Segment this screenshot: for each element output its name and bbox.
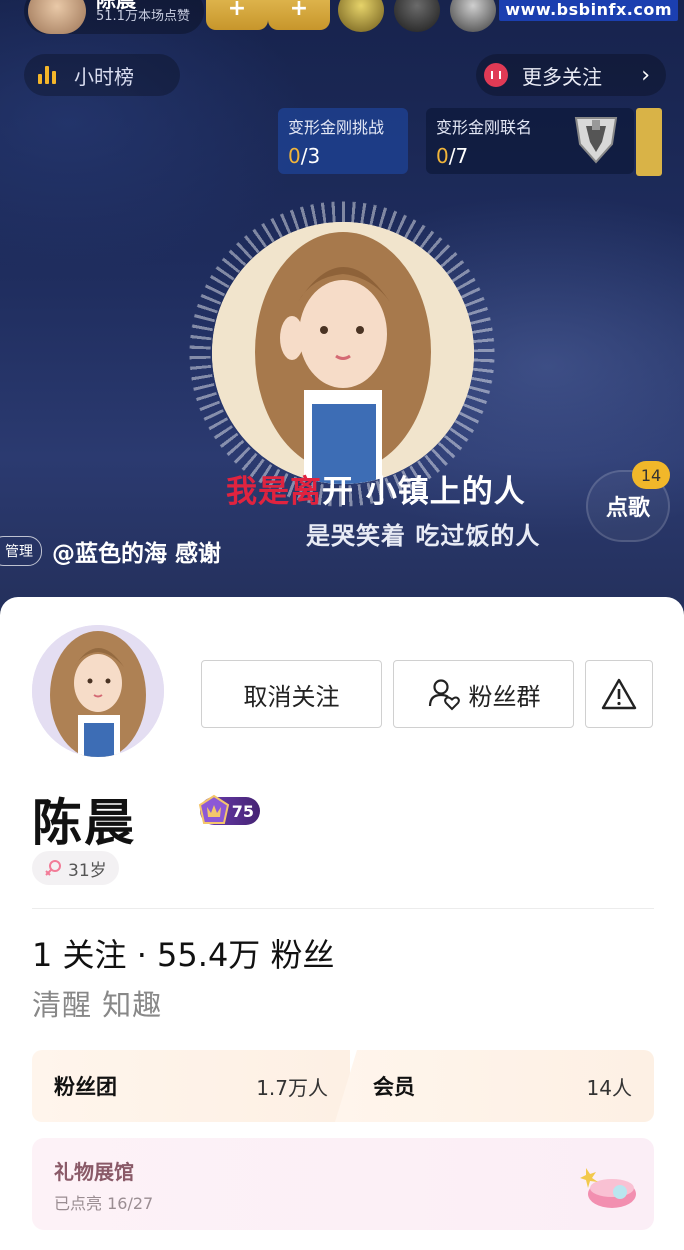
- profile-sheet: 取消关注 粉丝群 陈晨 75 31岁 1 关注 · 55.4万 粉丝 清醒 知趣…: [0, 597, 684, 1250]
- gift-gallery-progress: 已点亮 16/27: [54, 1194, 154, 1213]
- level-value: 75: [231, 801, 254, 821]
- gender-age-tag: 31岁: [32, 851, 119, 885]
- live-room: 陈晨 51.1万本场点赞 + + www.bsbinfx.com 小时榜 更多关…: [0, 0, 684, 610]
- fan-club-count: 1.7万人: [256, 1075, 328, 1100]
- warning-icon: [601, 678, 637, 710]
- member-count: 14人: [586, 1075, 632, 1100]
- viewer-avatar[interactable]: [338, 0, 384, 32]
- unfollow-button[interactable]: 取消关注: [201, 660, 382, 728]
- request-song-label: 点歌: [605, 496, 650, 521]
- more-follow-label: 更多关注: [522, 64, 602, 89]
- current-lyric: 我是离开 小镇上的人: [226, 474, 526, 510]
- chat-text: @蓝色的海 感谢: [52, 541, 222, 567]
- member-card[interactable]: 会员 14人: [335, 1050, 654, 1122]
- live-indicator-icon: [484, 63, 508, 87]
- hourly-rank-button[interactable]: 小时榜: [24, 54, 180, 96]
- host-avatar[interactable]: [28, 0, 86, 34]
- fans-group-icon: [428, 679, 460, 711]
- report-button[interactable]: [585, 660, 653, 728]
- side-tab[interactable]: [636, 108, 662, 176]
- challenge-card[interactable]: 变形金刚挑战 0/3: [278, 108, 408, 174]
- transformer-logo-icon: [574, 117, 618, 164]
- age-label: 31岁: [68, 860, 107, 881]
- follow-plus-button[interactable]: +: [206, 0, 268, 30]
- viewer-avatar[interactable]: [394, 0, 440, 32]
- fans-group-label: 粉丝群: [468, 682, 541, 711]
- host-likes: 51.1万本场点赞: [96, 9, 190, 24]
- chat-message: 管理 @蓝色的海 感谢: [0, 534, 221, 568]
- female-icon: [45, 860, 61, 876]
- fans-group-button[interactable]: 粉丝群: [393, 660, 574, 728]
- profile-avatar[interactable]: [32, 625, 164, 757]
- bar-chart-icon: [38, 66, 58, 84]
- divider: [32, 908, 654, 909]
- song-count-badge: 14: [632, 461, 670, 489]
- member-label: 会员: [373, 1075, 415, 1099]
- gift-gallery-title: 礼物展馆: [54, 1160, 134, 1184]
- admin-tag: 管理: [0, 536, 42, 566]
- host-info[interactable]: 陈晨 51.1万本场点赞: [24, 0, 204, 34]
- add-plus-button[interactable]: +: [268, 0, 330, 30]
- gift-bowl-icon: [580, 1168, 636, 1208]
- profile-bio: 清醒 知趣: [32, 988, 163, 1022]
- watermark: www.bsbinfx.com: [499, 0, 678, 21]
- crown-gem-icon: [198, 794, 230, 824]
- chevron-right-icon: ›: [641, 62, 650, 88]
- viewer-avatar[interactable]: [450, 0, 496, 32]
- host-disc-avatar[interactable]: [212, 222, 474, 484]
- collab-card[interactable]: 变形金刚联名 0/7: [426, 108, 634, 174]
- challenge-progress: 0/3: [288, 144, 321, 168]
- profile-name: 陈晨: [32, 794, 136, 852]
- fan-club-card[interactable]: 粉丝团 1.7万人: [32, 1050, 350, 1122]
- next-lyric: 是哭笑着 吃过饭的人: [306, 522, 541, 550]
- gift-gallery-card[interactable]: 礼物展馆 已点亮 16/27: [32, 1138, 654, 1230]
- unfollow-label: 取消关注: [243, 682, 340, 711]
- hourly-rank-label: 小时榜: [74, 64, 134, 89]
- level-badge: 75: [198, 794, 260, 825]
- more-follow-button[interactable]: 更多关注 ›: [476, 54, 666, 96]
- follow-stats[interactable]: 1 关注 · 55.4万 粉丝: [32, 930, 334, 976]
- fan-club-label: 粉丝团: [54, 1075, 117, 1099]
- challenge-title: 变形金刚挑战: [288, 118, 385, 137]
